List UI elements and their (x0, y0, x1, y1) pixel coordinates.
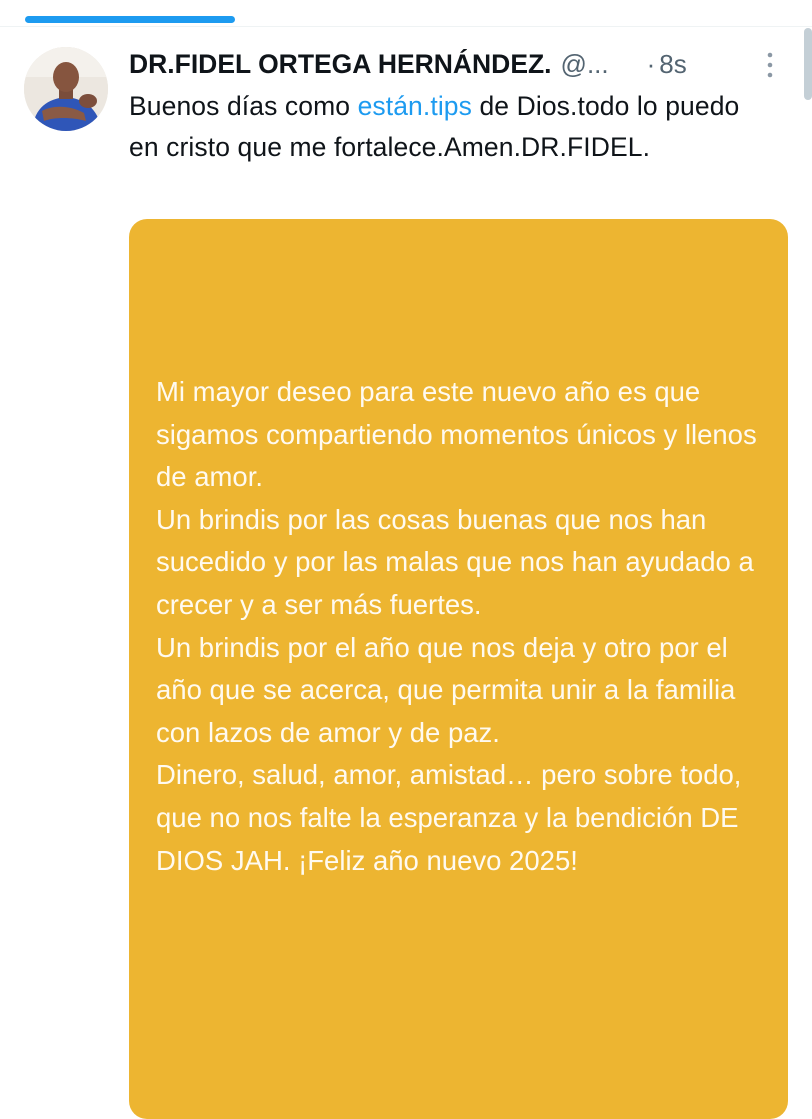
tweet-link[interactable]: están.tips (358, 91, 472, 121)
tweet-media-image[interactable]: Mi mayor deseo para este nuevo año es qu… (129, 219, 788, 1119)
media-text: Mi mayor deseo para este nuevo año es qu… (156, 376, 757, 876)
separator-dot: · (646, 48, 656, 79)
more-vertical-icon[interactable] (766, 52, 774, 78)
tweet-text-start: Buenos días como (129, 91, 358, 121)
scrollbar[interactable] (804, 28, 812, 100)
tweet[interactable]: DR.FIDEL ORTEGA HERNÁNDEZ. @... · 8s Bue… (129, 46, 789, 168)
avatar-photo (24, 47, 108, 131)
tweet-text: Buenos días como están.tips de Dios.todo… (129, 86, 769, 168)
author-handle[interactable]: @... (561, 49, 609, 80)
tweet-header: DR.FIDEL ORTEGA HERNÁNDEZ. @... · 8s (129, 46, 789, 82)
avatar[interactable] (24, 47, 108, 131)
tab-indicator (25, 16, 235, 23)
author-name[interactable]: DR.FIDEL ORTEGA HERNÁNDEZ. (129, 49, 552, 80)
timestamp[interactable]: 8s (659, 49, 686, 80)
top-bar (0, 0, 812, 27)
